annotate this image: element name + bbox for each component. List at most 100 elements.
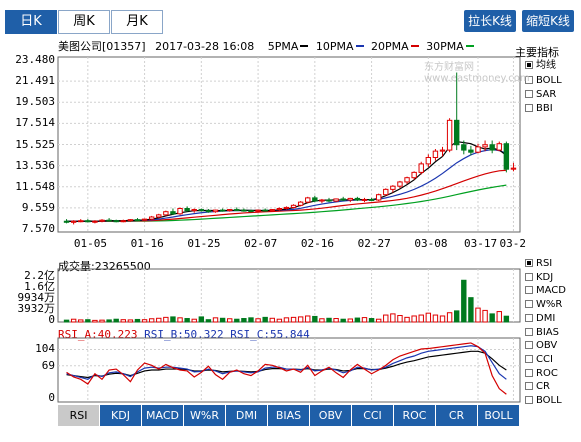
volume-bar xyxy=(184,318,190,323)
volume-bar xyxy=(432,314,439,323)
volume-bar xyxy=(148,318,155,323)
volume-bar xyxy=(219,317,226,323)
candle-body xyxy=(170,211,176,215)
candle-body xyxy=(361,198,368,201)
bottom-tab-bias[interactable]: BIAS xyxy=(268,405,310,426)
volume-bar xyxy=(141,319,148,323)
bottom-tab-boll[interactable]: BOLL xyxy=(478,405,520,426)
bottom-tab-cr[interactable]: CR xyxy=(436,405,478,426)
bottom-tab-macd[interactable]: MACD xyxy=(142,405,184,426)
bottom-tab-roc[interactable]: ROC xyxy=(394,405,436,426)
candle-body xyxy=(141,218,148,221)
volume-bar xyxy=(70,318,77,323)
volume-bar xyxy=(468,297,474,323)
candle-body xyxy=(78,220,84,223)
candle-body xyxy=(148,216,155,220)
candle-body xyxy=(120,220,126,223)
candle-body xyxy=(305,197,311,203)
kline-chart xyxy=(57,56,521,403)
candle-body xyxy=(269,209,275,212)
bottom-tab-wrr[interactable]: W%R xyxy=(184,405,226,426)
volume-bar xyxy=(99,319,105,323)
candle-body xyxy=(113,220,119,223)
volume-bar xyxy=(63,319,70,323)
candle-body xyxy=(227,209,233,212)
candle-body xyxy=(241,209,247,212)
candle-body xyxy=(92,220,98,223)
candle-body xyxy=(418,163,424,173)
candle-body xyxy=(375,194,382,201)
volume-bar xyxy=(269,317,275,323)
volume-bar xyxy=(191,318,197,323)
volume-bar xyxy=(461,279,467,323)
bottom-tab-rsi[interactable]: RSI xyxy=(58,405,100,426)
volume-bar xyxy=(170,316,176,323)
ma30-line xyxy=(66,184,507,222)
candle-body xyxy=(482,144,488,148)
candle-body xyxy=(134,219,141,222)
volume-bar xyxy=(305,315,311,323)
candle-body xyxy=(177,207,183,215)
candle-body xyxy=(454,119,460,146)
candle-body xyxy=(184,207,190,212)
bottom-tab-cci[interactable]: CCI xyxy=(352,405,394,426)
candle-body xyxy=(439,149,446,152)
volume-bar xyxy=(368,318,375,323)
volume-bar xyxy=(290,316,297,323)
candle-body xyxy=(503,143,510,170)
volume-bar xyxy=(312,315,318,323)
candle-body xyxy=(425,157,432,165)
candle-body xyxy=(191,209,197,212)
candle-body xyxy=(63,220,70,223)
candle-body xyxy=(411,171,417,179)
candle-body xyxy=(446,119,453,151)
volume-bar xyxy=(234,318,240,323)
candle-body xyxy=(205,210,212,213)
volume-bar xyxy=(241,318,247,323)
volume-bar xyxy=(255,318,261,323)
volume-bar xyxy=(127,319,134,323)
volume-bar xyxy=(418,314,424,323)
volume-bar xyxy=(411,315,417,323)
bottom-tab-dmi[interactable]: DMI xyxy=(226,405,268,426)
volume-bar xyxy=(333,318,339,323)
volume-bar xyxy=(227,318,233,323)
volume-bar xyxy=(78,319,84,323)
candle-body xyxy=(510,167,517,170)
bottom-tab-obv[interactable]: OBV xyxy=(310,405,352,426)
candle-body xyxy=(319,199,325,202)
volume-bar xyxy=(248,317,254,323)
volume-bar xyxy=(496,311,502,323)
volume-bar xyxy=(425,312,432,323)
candle-body xyxy=(163,211,169,216)
candle-body xyxy=(432,150,439,159)
candle-body xyxy=(290,204,297,208)
volume-bar xyxy=(134,318,141,323)
candle-body xyxy=(219,209,226,212)
candle-body xyxy=(85,220,91,223)
candle-body xyxy=(496,143,502,151)
candle-body xyxy=(212,209,219,213)
volume-bar xyxy=(397,315,403,323)
candle-body xyxy=(276,207,283,211)
volume-bar xyxy=(454,310,460,323)
volume-bar xyxy=(85,319,91,323)
candle-body xyxy=(312,197,318,202)
candle-body xyxy=(326,199,332,202)
volume-bar xyxy=(297,316,304,323)
candle-body xyxy=(390,185,396,190)
volume-bar xyxy=(347,318,353,323)
volume-bar xyxy=(326,317,332,323)
candle-body xyxy=(248,210,254,213)
candle-body xyxy=(106,219,112,222)
bottom-tab-kdj[interactable]: KDJ xyxy=(100,405,142,426)
candle-body xyxy=(70,220,77,223)
volume-bar xyxy=(489,313,495,323)
candle-body xyxy=(468,149,474,153)
candle-body xyxy=(368,198,375,201)
volume-bar xyxy=(156,317,162,323)
volume-bar xyxy=(482,309,488,323)
candle-body xyxy=(475,146,481,153)
candle-body xyxy=(156,214,162,218)
candle-body xyxy=(255,209,261,212)
